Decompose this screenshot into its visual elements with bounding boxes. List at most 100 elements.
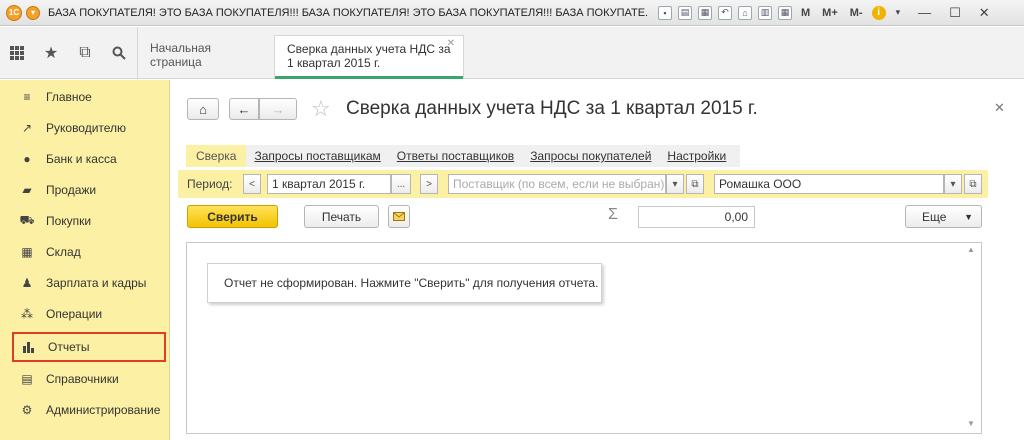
organization-field[interactable]: Ромашка ООО	[714, 174, 944, 194]
sidebar-item-directories[interactable]: ▤ Справочники	[0, 364, 170, 394]
scroll-up-arrow-icon[interactable]: ▲	[967, 245, 975, 254]
preview-icon[interactable]: ▦	[698, 5, 712, 20]
tab-home-page[interactable]: Начальная страница	[138, 35, 274, 79]
memory-button-m[interactable]: M	[801, 7, 810, 19]
sum-sigma-icon: Σ	[608, 206, 618, 223]
home-icon[interactable]: ⌂	[738, 5, 752, 20]
sidebar-item-label: Продажи	[46, 183, 97, 197]
period-next-button[interactable]: >	[420, 174, 438, 194]
sections-grid-icon[interactable]	[0, 27, 34, 79]
operations-icon: ⁂	[21, 307, 33, 321]
minimize-icon[interactable]: —	[918, 5, 931, 20]
home-icon: ⌂	[199, 101, 207, 117]
sidebar-item-label: Покупки	[46, 214, 92, 228]
sidebar-item-salary[interactable]: ♟ Зарплата и кадры	[0, 268, 170, 298]
favorite-star-icon[interactable]: ☆	[311, 96, 331, 122]
more-button-label: Еще	[922, 209, 947, 224]
window-title: БАЗА ПОКУПАТЕЛЯ! ЭТО БАЗА ПОКУПАТЕЛЯ!!! …	[48, 6, 648, 19]
print-icon[interactable]: ▤	[678, 5, 692, 20]
memory-button-m-plus[interactable]: M+	[822, 7, 838, 19]
sections-sidebar: ≡ Главное ↗ Руководителю ● Банк и касса …	[0, 80, 170, 440]
period-label: Период:	[187, 177, 233, 191]
home-button[interactable]: ⌂	[187, 98, 219, 120]
cart-icon: ⛟	[19, 213, 35, 227]
info-dropdown-icon[interactable]: ▾	[896, 7, 901, 18]
person-icon: ♟	[21, 276, 33, 290]
arrow-left-icon: ←	[237, 101, 251, 117]
maximize-icon[interactable]: ☐	[949, 5, 961, 21]
tab-customer-requests[interactable]: Запросы покупателей	[522, 145, 659, 167]
sidebar-item-label: Отчеты	[48, 340, 90, 354]
dropdown-menu-icon[interactable]: ▾	[26, 5, 40, 20]
tab-reconcile[interactable]: Сверка	[186, 145, 247, 167]
sum-field: 0,00	[638, 206, 755, 228]
report-not-generated-message: Отчет не сформирован. Нажмите "Сверить" …	[207, 263, 602, 303]
period-prev-button[interactable]: <	[243, 174, 261, 194]
sidebar-item-administration[interactable]: ⚙ Администрирование	[0, 395, 170, 425]
window-titlebar: 1С ▾ БАЗА ПОКУПАТЕЛЯ! ЭТО БАЗА ПОКУПАТЕЛ…	[0, 0, 1024, 26]
page-title: Сверка данных учета НДС за 1 квартал 201…	[346, 98, 758, 119]
tab-close-icon[interactable]: ✕	[447, 38, 455, 49]
search-icon[interactable]	[102, 27, 136, 79]
sidebar-item-label: Склад	[46, 245, 81, 259]
favorites-star-icon[interactable]: ★	[34, 27, 68, 79]
sidebar-item-sales[interactable]: ▰ Продажи	[0, 175, 170, 205]
gear-icon: ⚙	[21, 403, 33, 417]
sidebar-item-operations[interactable]: ⁂ Операции	[0, 299, 170, 329]
book-icon: ▤	[21, 372, 33, 386]
tab-vat-reconciliation[interactable]: Сверка данных учета НДС за 1 квартал 201…	[274, 35, 464, 79]
period-field[interactable]: 1 квартал 2015 г.	[267, 174, 391, 194]
organization-open-button[interactable]: ⧉	[964, 174, 982, 194]
menu-icon: ≡	[23, 90, 31, 104]
sidebar-item-label: Банк и касса	[46, 152, 117, 166]
tab-supplier-requests[interactable]: Запросы поставщикам	[246, 145, 388, 167]
form-tabs: Сверка Запросы поставщикам Ответы постав…	[186, 145, 740, 167]
sidebar-item-label: Зарплата и кадры	[46, 276, 147, 290]
close-window-icon[interactable]: ✕	[979, 5, 990, 21]
warehouse-icon: ▦	[21, 245, 33, 259]
supplier-field[interactable]: Поставщик (по всем, если не выбран)	[448, 174, 666, 194]
supplier-open-button[interactable]: ⧉	[686, 174, 704, 194]
email-button[interactable]	[388, 205, 410, 228]
sidebar-item-reports[interactable]: Отчеты	[12, 332, 166, 362]
sidebar-item-label: Руководителю	[46, 121, 127, 135]
tab-supplier-responses[interactable]: Ответы поставщиков	[389, 145, 522, 167]
report-area[interactable]: Отчет не сформирован. Нажмите "Сверить" …	[186, 242, 982, 434]
bar-chart-icon	[20, 341, 38, 353]
sidebar-item-warehouse[interactable]: ▦ Склад	[0, 237, 170, 267]
back-link-icon[interactable]: ↶	[718, 5, 732, 20]
sidebar-item-main[interactable]: ≡ Главное	[0, 82, 170, 112]
app-logo-icon[interactable]: 1С	[6, 4, 22, 21]
chevron-down-icon: ▼	[964, 211, 973, 222]
save-icon[interactable]: ▪	[658, 5, 672, 20]
period-select-button[interactable]: ...	[391, 174, 411, 194]
calculator-icon[interactable]: ▥	[758, 5, 772, 20]
active-tab-underline	[275, 76, 463, 79]
more-button[interactable]: Еще ▼	[905, 205, 982, 228]
sidebar-item-label: Справочники	[46, 372, 119, 386]
organization-dropdown-button[interactable]: ▾	[944, 174, 962, 194]
sidebar-item-manager[interactable]: ↗ Руководителю	[0, 113, 170, 143]
print-button[interactable]: Печать	[304, 205, 379, 228]
back-button[interactable]: ←	[229, 98, 259, 120]
tab-vat-reconciliation-label: Сверка данных учета НДС за 1 квартал 201…	[287, 42, 451, 70]
top-navigation: ★ ⧉ Начальная страница Сверка данных уче…	[0, 27, 1024, 79]
info-icon[interactable]: i	[871, 5, 886, 20]
tab-settings[interactable]: Настройки	[659, 145, 734, 167]
scroll-down-arrow-icon[interactable]: ▼	[967, 419, 975, 428]
memory-button-m-minus[interactable]: M-	[850, 7, 863, 19]
supplier-dropdown-button[interactable]: ▾	[666, 174, 684, 194]
history-icon[interactable]: ⧉	[68, 27, 102, 79]
trend-icon: ↗	[21, 121, 33, 135]
sidebar-item-label: Главное	[46, 90, 92, 104]
forward-button[interactable]: →	[259, 98, 297, 120]
close-form-icon[interactable]: ✕	[994, 100, 1005, 116]
arrow-right-icon: →	[271, 101, 285, 117]
coin-icon: ●	[23, 152, 31, 166]
bag-icon: ▰	[22, 183, 32, 197]
calendar-icon[interactable]: ▦	[778, 5, 792, 20]
reconcile-button[interactable]: Сверить	[187, 205, 278, 228]
envelope-icon	[393, 212, 405, 221]
sidebar-item-purchases[interactable]: ⛟ Покупки	[0, 206, 170, 236]
sidebar-item-bank[interactable]: ● Банк и касса	[0, 144, 170, 174]
